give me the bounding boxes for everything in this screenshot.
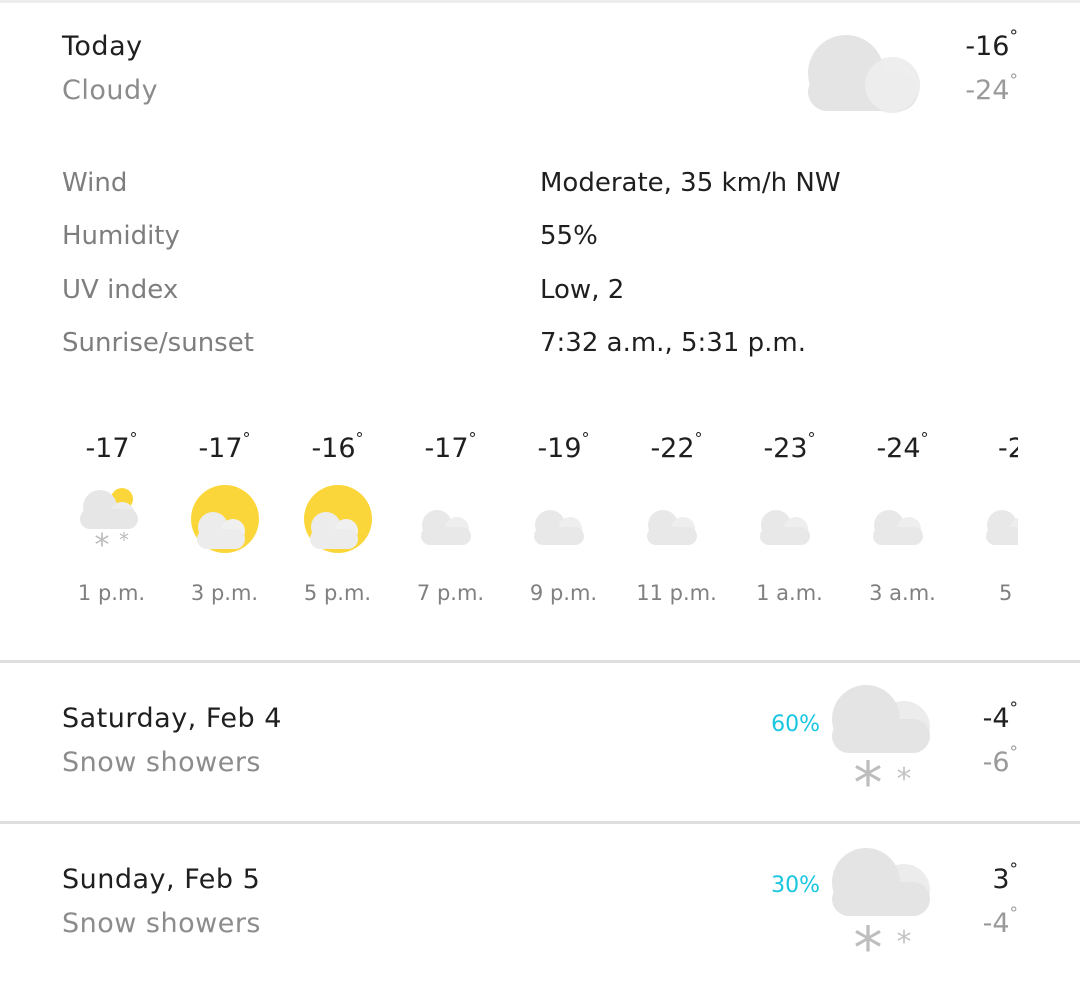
hourly-time: 3 p.m. — [190, 581, 259, 605]
hourly-time: 9 p.m. — [529, 581, 598, 605]
hourly-item[interactable]: -17 * * 1 p.m. — [55, 423, 168, 623]
snow-showers-icon: * * — [832, 685, 930, 803]
today-card[interactable]: Today Cloudy -16 -24 Wind Moderate, 35 k… — [0, 3, 1080, 660]
hourly-time: 7 p.m. — [416, 581, 485, 605]
forecast-day: Saturday, Feb 4 — [62, 703, 282, 734]
svg-text:*: * — [854, 749, 883, 803]
precip-chance: 60% — [771, 712, 820, 737]
hourly-time: 11 p.m. — [636, 581, 717, 605]
partly-cloudy-night-icon — [873, 491, 933, 553]
today-low-temp: -24 — [918, 75, 1018, 106]
today-condition: Cloudy — [62, 75, 159, 106]
partly-cloudy-night-icon — [760, 491, 820, 553]
hourly-item[interactable]: -17 3 p.m. — [168, 423, 281, 623]
svg-text:*: * — [854, 914, 883, 978]
partly-cloudy-night-icon — [647, 491, 707, 553]
hourly-time: 5 p.m. — [303, 581, 372, 605]
forecast-condition: Snow showers — [62, 908, 261, 939]
svg-text:*: * — [897, 762, 912, 797]
forecast-high-temp: 3 — [918, 864, 1018, 895]
hourly-temp: -17 — [394, 433, 507, 464]
partly-sunny-icon — [191, 485, 259, 553]
partly-sunny-snow-icon: * * — [80, 488, 138, 557]
partly-cloudy-night-icon — [534, 491, 594, 553]
hourly-item[interactable]: -19 9 p.m. — [507, 423, 620, 623]
today-title: Today — [62, 31, 143, 62]
partly-cloudy-night-icon — [421, 491, 481, 553]
hourly-time: 3 a.m. — [869, 581, 936, 605]
hourly-temp: -16 — [281, 433, 394, 464]
forecast-low-temp: -4 — [918, 908, 1018, 939]
detail-label: Sunrise/sunset — [62, 328, 254, 358]
hourly-forecast-strip[interactable]: -17 * * 1 p.m. -17 3 p.m. -16 — [55, 423, 1018, 623]
detail-row-uv-index: UV index Low, 2 — [62, 275, 1022, 315]
detail-label: UV index — [62, 275, 179, 305]
hourly-temp: -17 — [168, 433, 281, 464]
forecast-row-saturday[interactable]: Saturday, Feb 4 Snow showers 60% * * -4 … — [0, 663, 1080, 821]
svg-text:*: * — [897, 925, 912, 960]
detail-row-humidity: Humidity 55% — [62, 221, 1022, 261]
hourly-item[interactable]: -16 5 p.m. — [281, 423, 394, 623]
svg-text:*: * — [119, 528, 129, 552]
hourly-item[interactable]: -17 7 p.m. — [394, 423, 507, 623]
forecast-high-temp: -4 — [918, 703, 1018, 734]
hourly-temp: -23 — [733, 433, 846, 464]
detail-label: Humidity — [62, 221, 180, 251]
hourly-time: 1 a.m. — [756, 581, 823, 605]
forecast-low-temp: -6 — [918, 747, 1018, 778]
detail-row-wind: Wind Moderate, 35 km/h NW — [62, 168, 1022, 208]
forecast-condition: Snow showers — [62, 747, 261, 778]
detail-value: Moderate, 35 km/h NW — [540, 168, 841, 198]
detail-value: Low, 2 — [540, 275, 625, 305]
hourly-temp: -2 — [959, 433, 1018, 464]
partly-sunny-icon — [304, 485, 372, 553]
detail-value: 55% — [540, 221, 598, 251]
hourly-temp: -24 — [846, 433, 959, 464]
today-high-temp: -16 — [918, 31, 1018, 62]
svg-text:*: * — [95, 528, 110, 557]
detail-row-sunrise-sunset: Sunrise/sunset 7:32 a.m., 5:31 p.m. — [62, 328, 1022, 368]
hourly-item[interactable]: -2 5 a — [959, 423, 1018, 623]
cloudy-icon — [808, 35, 920, 113]
partly-cloudy-night-icon — [986, 491, 1018, 552]
hourly-temp: -17 — [55, 433, 168, 464]
hourly-item[interactable]: -24 3 a.m. — [846, 423, 959, 623]
hourly-item[interactable]: -22 11 p.m. — [620, 423, 733, 623]
hourly-item[interactable]: -23 1 a.m. — [733, 423, 846, 623]
detail-label: Wind — [62, 168, 128, 198]
forecast-day: Sunday, Feb 5 — [62, 864, 261, 895]
hourly-time: 1 p.m. — [77, 581, 146, 605]
detail-value: 7:32 a.m., 5:31 p.m. — [540, 328, 806, 358]
precip-chance: 30% — [771, 873, 820, 898]
forecast-row-sunday[interactable]: Sunday, Feb 5 Snow showers 30% * * 3 -4 — [0, 824, 1080, 982]
hourly-temp: -19 — [507, 433, 620, 464]
hourly-time: 5 a — [999, 581, 1018, 605]
hourly-temp: -22 — [620, 433, 733, 464]
